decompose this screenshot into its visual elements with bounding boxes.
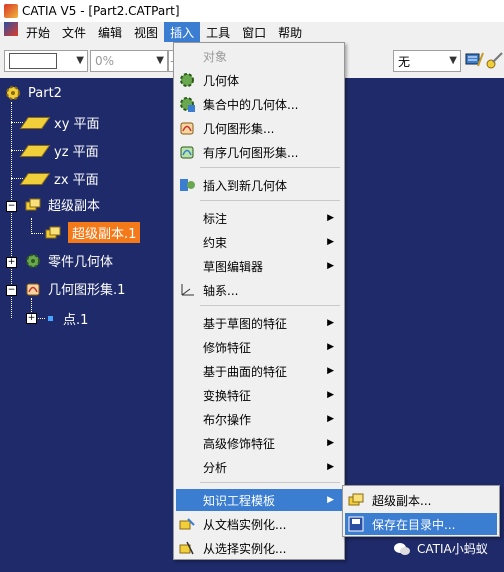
catia-logo-icon xyxy=(4,4,18,18)
expand-icon[interactable]: + xyxy=(6,257,17,268)
chevron-down-icon: ▼ xyxy=(156,55,164,66)
menu-item-advanced-dress-up[interactable]: 高级修饰特征 ▶ xyxy=(176,432,342,454)
powercopy-icon xyxy=(348,493,364,506)
chevron-down-icon: ▼ xyxy=(449,55,457,66)
submenu-arrow-icon: ▶ xyxy=(327,213,334,223)
menu-item-body-in-set[interactable]: 集合中的几何体... xyxy=(176,93,342,115)
plane-icon xyxy=(19,116,51,129)
transparency-combo[interactable]: 0% ▼ xyxy=(90,50,168,72)
instantiate-from-document-icon xyxy=(179,518,195,530)
menu-insert[interactable]: 插入 xyxy=(164,22,201,42)
tree-item-yz-plane[interactable]: yz 平面 xyxy=(19,141,99,160)
submenu-arrow-icon: ▶ xyxy=(327,237,334,247)
start-icon[interactable] xyxy=(4,22,18,36)
axis-system-icon xyxy=(181,284,194,296)
watermark: CATIA小蚂蚁 xyxy=(393,540,488,557)
submenu-arrow-icon: ▶ xyxy=(327,414,334,424)
brush-icon[interactable] xyxy=(484,50,504,70)
menu-item-body[interactable]: 几何体 xyxy=(176,69,342,91)
tree-item-xy-plane[interactable]: xy 平面 xyxy=(19,113,100,132)
save-in-catalog-icon xyxy=(348,516,364,532)
menu-item-ordered-geometrical-set[interactable]: 有序几何图形集... xyxy=(176,141,342,163)
geometrical-set-icon xyxy=(180,122,194,135)
plane-icon xyxy=(19,172,51,185)
submenu-arrow-icon: ▶ xyxy=(327,495,334,505)
menu-view[interactable]: 视图 xyxy=(128,22,164,42)
insert-new-body-icon xyxy=(180,179,195,191)
menu-file[interactable]: 文件 xyxy=(56,22,92,42)
tree-item-zx-plane[interactable]: zx 平面 xyxy=(19,169,99,188)
menu-item-sketcher[interactable]: 草图编辑器 ▶ xyxy=(176,255,342,277)
menu-item-annotation[interactable]: 标注 ▶ xyxy=(176,207,342,229)
submenu-arrow-icon: ▶ xyxy=(327,342,334,352)
menu-item-instantiate-from-document[interactable]: 从文档实例化... xyxy=(176,513,342,535)
body-icon xyxy=(180,73,194,87)
menu-start[interactable]: 开始 xyxy=(20,22,56,42)
ordered-geometrical-set-icon xyxy=(180,146,194,159)
tree-item-part-body[interactable]: 零件几何体 xyxy=(24,251,113,270)
knowledge-templates-submenu: 超级副本... 保存在目录中... xyxy=(342,485,500,537)
chevron-down-icon: ▼ xyxy=(76,55,84,66)
menu-item-geometrical-set[interactable]: 几何图形集... xyxy=(176,117,342,139)
submenu-arrow-icon: ▶ xyxy=(327,366,334,376)
expand-icon[interactable]: + xyxy=(26,313,37,324)
submenu-arrow-icon: ▶ xyxy=(327,438,334,448)
menu-item-sketch-based-features[interactable]: 基于草图的特征 ▶ xyxy=(176,312,342,334)
menu-item-knowledge-templates[interactable]: 知识工程模板 ▶ xyxy=(176,489,342,511)
submenu-arrow-icon: ▶ xyxy=(327,462,334,472)
tree-item-powercopy[interactable]: 超级副本 xyxy=(24,195,100,214)
geometrical-set-icon xyxy=(26,283,40,295)
instantiate-from-selection-icon xyxy=(179,541,194,555)
menu-item-save-in-catalog[interactable]: 保存在目录中... xyxy=(345,513,497,535)
menu-item-boolean-operations[interactable]: 布尔操作 ▶ xyxy=(176,408,342,430)
body-in-set-icon xyxy=(180,97,195,112)
menu-window[interactable]: 窗口 xyxy=(236,22,272,42)
menu-item-powercopy[interactable]: 超级副本... xyxy=(345,489,497,511)
line-color-combo[interactable]: ▼ xyxy=(4,50,88,72)
powercopy-icon xyxy=(45,226,61,238)
window-title: CATIA V5 - [Part2.CATPart] xyxy=(22,4,180,18)
menu-tools[interactable]: 工具 xyxy=(200,22,236,42)
body-gear-icon xyxy=(26,253,40,268)
title-bar: CATIA V5 - [Part2.CATPart] xyxy=(0,0,504,22)
collapse-icon[interactable]: − xyxy=(6,201,17,212)
menu-item-transformation-features[interactable]: 变换特征 ▶ xyxy=(176,384,342,406)
submenu-arrow-icon: ▶ xyxy=(327,390,334,400)
layer-combo[interactable]: 无 ▼ xyxy=(393,50,461,72)
wechat-icon xyxy=(394,542,410,555)
insert-menu: 对象 几何体 集合中的几何体... 几何图形集... 有序几何图形集... 插入… xyxy=(173,42,345,560)
powercopy-icon xyxy=(25,198,41,210)
menu-item-object: 对象 xyxy=(203,49,228,64)
menu-item-insert-new-body[interactable]: 插入到新几何体 xyxy=(176,174,342,196)
menu-help[interactable]: 帮助 xyxy=(272,22,308,42)
submenu-arrow-icon: ▶ xyxy=(327,318,334,328)
menu-item-instantiate-from-selection[interactable]: 从选择实例化... xyxy=(176,537,342,559)
part-gear-icon xyxy=(6,86,20,100)
menu-edit[interactable]: 编辑 xyxy=(92,22,128,42)
tree-item-geometrical-set[interactable]: 几何图形集.1 xyxy=(24,279,125,298)
menu-item-constraint[interactable]: 约束 ▶ xyxy=(176,231,342,253)
tree-root-part[interactable]: Part2 xyxy=(4,84,62,102)
tree-item-powercopy-1[interactable]: 超级副本.1 xyxy=(44,222,141,243)
collapse-icon[interactable]: − xyxy=(6,285,17,296)
tree-item-point[interactable]: 点.1 xyxy=(48,309,88,328)
menu-item-analysis[interactable]: 分析 ▶ xyxy=(176,456,342,478)
menu-item-surface-based-features[interactable]: 基于曲面的特征 ▶ xyxy=(176,360,342,382)
submenu-arrow-icon: ▶ xyxy=(327,261,334,271)
menu-bar: 开始 文件 编辑 视图 插入 工具 窗口 帮助 xyxy=(0,22,504,42)
plane-icon xyxy=(19,144,51,157)
properties-painter-icon[interactable] xyxy=(464,50,484,70)
menu-item-axis-system[interactable]: 轴系... xyxy=(176,279,342,301)
point-icon xyxy=(48,316,53,321)
menu-item-dress-up-features[interactable]: 修饰特征 ▶ xyxy=(176,336,342,358)
